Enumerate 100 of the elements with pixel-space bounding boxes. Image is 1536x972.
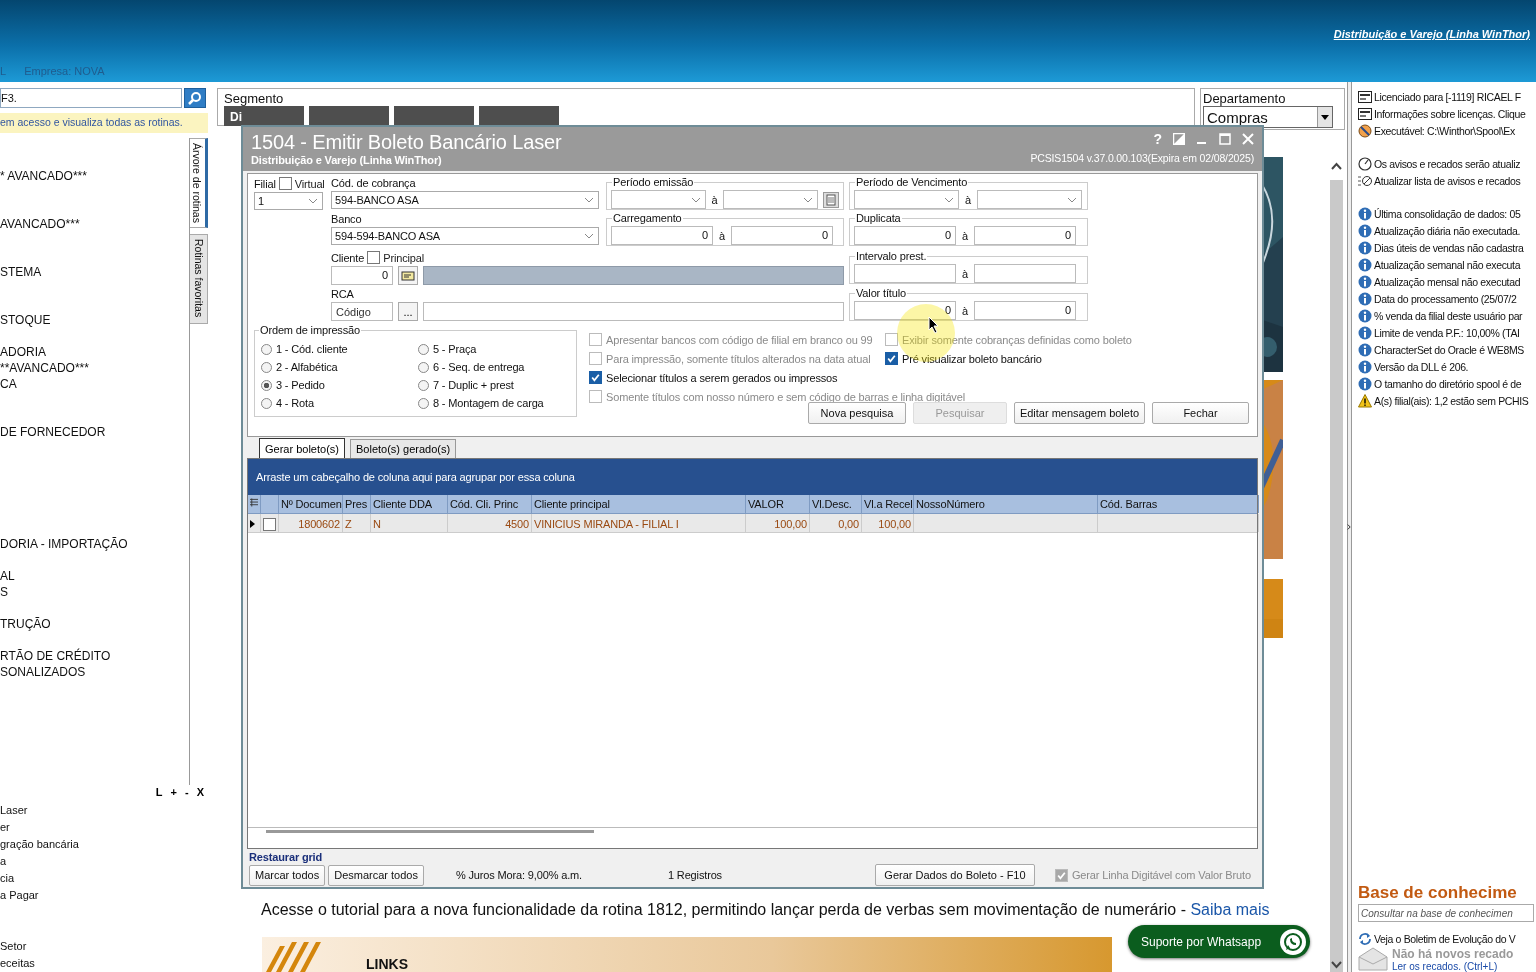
tree-item[interactable]: * AVANCADO***: [0, 169, 189, 183]
tree-item[interactable]: AL: [0, 569, 189, 583]
range-separator: à: [718, 229, 726, 242]
checkbox-label: Principal: [383, 251, 425, 264]
status-message: Data do processamento (25/07/2: [1374, 292, 1517, 305]
column-header[interactable]: Vl.Desc.: [810, 495, 862, 513]
status-message: Os avisos e recados serão atualiz: [1374, 157, 1521, 170]
action-button[interactable]: Nova pesquisa: [808, 402, 906, 424]
product-link[interactable]: Distribuição e Varejo (Linha WinThor): [1333, 28, 1530, 48]
status-message: Atualizar lista de avisos e recados: [1374, 174, 1521, 187]
tree-item[interactable]: ADORIA: [0, 345, 189, 359]
generate-button[interactable]: Gerar Dados do Boleto - F10: [874, 864, 1035, 886]
column-header[interactable]: VALOR: [746, 495, 810, 513]
range-from-field[interactable]: 0: [611, 226, 713, 245]
tree-item[interactable]: CA: [0, 377, 189, 391]
knowledge-search-field[interactable]: Consultar na base de conhecimen: [1358, 904, 1534, 922]
rca-lookup-button[interactable]: ...: [398, 302, 418, 321]
tree-tool-button[interactable]: X: [194, 785, 206, 799]
range-separator: à: [710, 193, 719, 206]
tree-tool-button[interactable]: L: [153, 785, 165, 799]
column-header[interactable]: Nº Documen: [279, 495, 343, 513]
knowledge-base-title: Base de conhecime: [1358, 882, 1518, 903]
recent-item[interactable]: eceitas: [0, 956, 208, 969]
recent-item[interactable]: Setor: [0, 939, 208, 952]
tutorial-text: Acesse o tutorial para a nova funcionalidade da rotina 1812, permitindo lançar perda de verbas sem movimentação de numerário - Saiba mais: [261, 901, 1271, 919]
select-all-button[interactable]: Marcar todos: [249, 864, 326, 886]
tree-item[interactable]: TRUÇÃO: [0, 617, 189, 631]
group-label: Valor título: [855, 287, 907, 299]
radio-label: 4 - Rota: [276, 397, 314, 409]
tree-item[interactable]: STOQUE: [0, 313, 189, 327]
radio-label: 3 - Pedido: [276, 379, 325, 391]
tree-item[interactable]: STEMA: [0, 265, 189, 279]
tree-item[interactable]: DORIA - IMPORTAÇÃO: [0, 537, 189, 551]
version-text: PCSIS1504 v.37.0.00.103(Expira em 02/08/2025): [1030, 152, 1254, 164]
charge-code-select[interactable]: 594-BANCO ASA: [331, 191, 599, 209]
tree-item[interactable]: AVANCADO***: [0, 217, 189, 231]
group-label: Intervalo prest.: [855, 250, 928, 262]
range-to-field[interactable]: 0: [974, 226, 1076, 245]
group-label: Duplicata: [855, 212, 902, 224]
column-header[interactable]: Cód. Cli. Princ: [448, 495, 532, 513]
whatsapp-support-button[interactable]: Suporte por Whatsapp: [1128, 925, 1310, 958]
group-label: Carregamento: [612, 212, 683, 224]
table-cell: 100,00: [774, 518, 807, 530]
rca-code-field[interactable]: Código: [331, 302, 393, 321]
select-all-button[interactable]: Desmarcar todos: [328, 864, 424, 886]
segment-tab[interactable]: Di: [224, 106, 304, 126]
status-message: A(s) filial(ais): 1,2 estão sem PCHIS: [1374, 394, 1529, 407]
column-header[interactable]: Cliente DDA: [371, 495, 448, 513]
group-label: Período emissão: [612, 176, 695, 188]
search-field[interactable]: F3.: [0, 88, 182, 108]
range-from-field[interactable]: 0: [854, 301, 956, 320]
filial-select[interactable]: 1: [254, 192, 323, 210]
status-message: Licenciado para [-1119] RICAEL F: [1374, 90, 1521, 103]
recent-item[interactable]: Laser: [0, 803, 208, 816]
banner-title: LINKS: [366, 956, 408, 972]
tree-item[interactable]: RTÃO DE CRÉDITO: [0, 649, 189, 663]
range-separator: à: [961, 229, 969, 242]
learn-more-link[interactable]: Saiba mais: [1190, 901, 1270, 918]
recent-item[interactable]: a: [0, 854, 208, 867]
status-message: Executável: C:\Winthor\Spool\Ex: [1374, 124, 1515, 137]
tree-item[interactable]: DE FORNECEDOR: [0, 425, 189, 439]
checkbox-label: Para impressão, somente títulos alterados na data atual: [606, 352, 871, 365]
range-from-field[interactable]: 0: [854, 226, 956, 245]
action-button[interactable]: Fechar: [1152, 402, 1249, 424]
field-label: Filial: [254, 177, 276, 190]
recent-item[interactable]: cia: [0, 871, 208, 884]
radio-label: 2 - Alfabética: [276, 361, 338, 373]
recent-item[interactable]: a Pagar: [0, 888, 208, 901]
tree-item[interactable]: S: [0, 585, 189, 599]
tab[interactable]: Gerar boleto(s): [259, 438, 345, 458]
side-tab[interactable]: Árvore de rotinas: [190, 138, 208, 228]
restore-grid-link[interactable]: Restaurar grid: [249, 851, 323, 863]
tree-tool-button[interactable]: -: [183, 785, 191, 799]
department-label: Departamento: [1203, 91, 1287, 106]
column-header[interactable]: Cód. Barras: [1098, 495, 1259, 513]
column-header[interactable]: Vl.a Recel: [862, 495, 914, 513]
tree-tool-button[interactable]: +: [168, 785, 179, 799]
recent-item[interactable]: er: [0, 820, 208, 833]
dialog-title: 1504 - Emitir Boleto Bancário Laser: [251, 131, 562, 154]
tree-item[interactable]: SONALIZADOS: [0, 665, 189, 679]
range-to-field[interactable]: 0: [974, 301, 1076, 320]
status-message: Atualização semanal não executa: [1374, 258, 1521, 271]
radio-label: 8 - Montagem de carga: [433, 397, 544, 409]
column-header[interactable]: NossoNúmero: [914, 495, 1098, 513]
recent-item[interactable]: gração bancária: [0, 837, 208, 850]
column-header[interactable]: Pres: [343, 495, 371, 513]
side-tab[interactable]: Rotinas favoritas: [190, 234, 208, 324]
client-code-field[interactable]: 0: [331, 266, 393, 285]
column-header[interactable]: Cliente principal: [532, 495, 746, 513]
tab[interactable]: Boleto(s) gerado(s): [350, 439, 457, 458]
bulletin-link[interactable]: Veja o Boletim de Evolução do V: [1374, 932, 1516, 945]
table-row[interactable]: 1800602 Z N 4500 VINICIUS MIRANDA - FILIAL I 100,00 0,00 100,00: [248, 514, 1257, 533]
action-button[interactable]: Editar mensagem boleto: [1014, 402, 1145, 424]
read-messages-link[interactable]: Ler os recados. (Ctrl+L): [1392, 961, 1514, 972]
table-cell: 4500: [505, 518, 529, 530]
checkbox-label: Pré visualizar boleto bancário: [902, 352, 1042, 365]
group-label: Ordem de impressão: [259, 324, 361, 336]
bank-select[interactable]: 594-594-BANCO ASA: [331, 227, 599, 245]
tree-item[interactable]: **AVANCADO***: [0, 361, 189, 375]
range-to-field[interactable]: 0: [731, 226, 833, 245]
